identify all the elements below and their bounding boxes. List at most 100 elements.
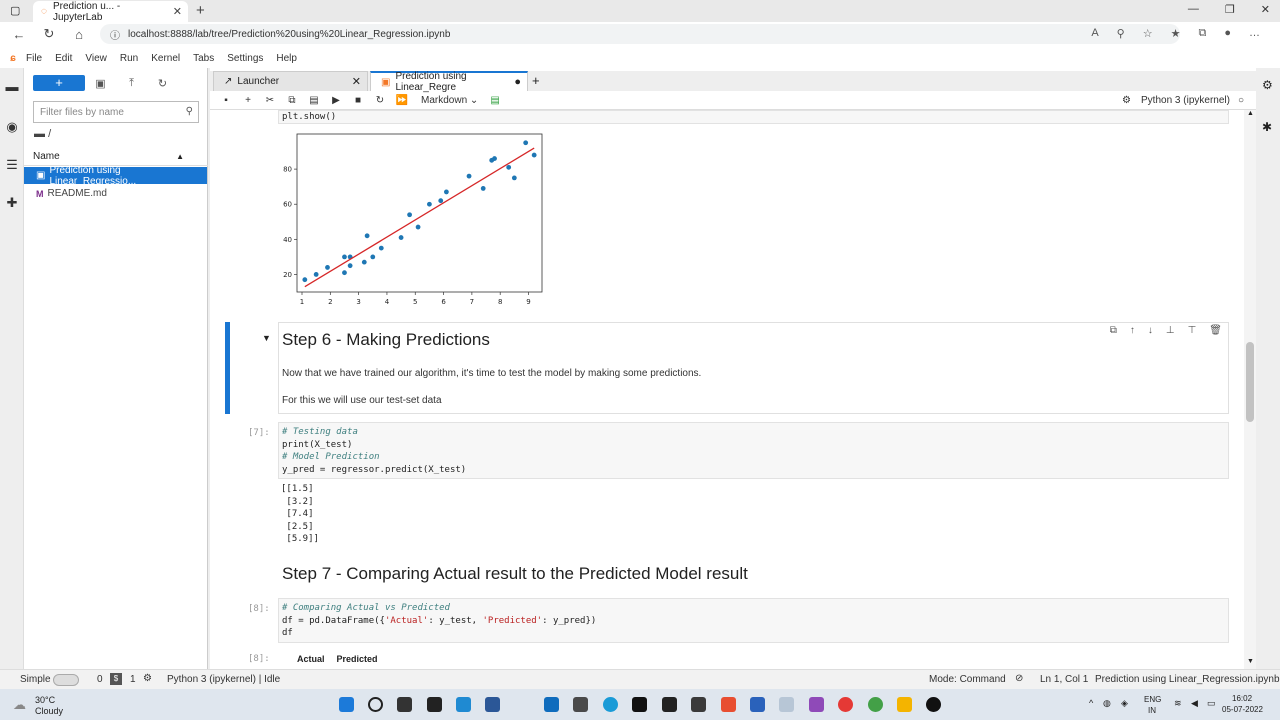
menu-file[interactable]: File: [26, 53, 42, 64]
profile-icon[interactable]: ●: [1224, 27, 1231, 40]
maximize-icon[interactable]: ❐: [1225, 3, 1235, 16]
cut-icon[interactable]: ✂: [259, 95, 281, 106]
clock-time[interactable]: 16:02: [1232, 694, 1252, 703]
add-tab-button[interactable]: +: [532, 73, 540, 88]
tray-shield-icon[interactable]: ◈: [1121, 698, 1128, 709]
read-aloud-icon[interactable]: A: [1091, 27, 1098, 40]
weather-temp[interactable]: 30°C: [35, 695, 55, 705]
github-icon[interactable]: [926, 697, 941, 712]
save-icon[interactable]: ▪: [215, 95, 237, 106]
move-down-icon[interactable]: ↓: [1148, 325, 1153, 336]
chrome-alt-icon[interactable]: [868, 697, 883, 712]
tray-icon[interactable]: ◍: [1103, 698, 1111, 709]
minimize-icon[interactable]: —: [1188, 3, 1199, 16]
terminal-app-icon[interactable]: [427, 697, 442, 712]
clock-date[interactable]: 05-07-2022: [1222, 705, 1263, 714]
reload-icon[interactable]: ↻: [34, 26, 64, 42]
wifi-icon[interactable]: ≋: [1174, 698, 1182, 709]
insert-cell-icon[interactable]: +: [237, 95, 259, 106]
notebook-panel[interactable]: plt.show() 1 2 3 4 5 6 7 8 9 20 40 60 80 ▼ Step 6 - …: [210, 110, 1256, 669]
kernel-name[interactable]: Python 3 (ipykernel): [1141, 95, 1230, 106]
notebook-scrollbar[interactable]: ▲ ▼: [1244, 110, 1256, 669]
menu-view[interactable]: View: [85, 53, 107, 64]
new-tab-button[interactable]: +: [196, 2, 205, 19]
drawing-icon[interactable]: [779, 697, 794, 712]
menu-run[interactable]: Run: [120, 53, 138, 64]
duplicate-cell-icon[interactable]: ⧉: [1110, 325, 1117, 336]
upload-icon[interactable]: ⤒: [116, 77, 147, 90]
tab-notebook[interactable]: ▣ Prediction using Linear_Regre ●: [370, 71, 528, 93]
address-bar[interactable]: ⓘ localhost:8888/lab/tree/Prediction%20u…: [100, 24, 1180, 44]
insert-below-icon[interactable]: ⊤: [1188, 325, 1197, 336]
git-icon[interactable]: [721, 697, 736, 712]
new-launcher-button[interactable]: +: [33, 75, 85, 91]
language-line2[interactable]: IN: [1148, 706, 1156, 715]
store-icon[interactable]: [573, 697, 588, 712]
delete-cell-icon[interactable]: 🗑: [1209, 325, 1222, 336]
back-icon[interactable]: ←: [4, 27, 34, 42]
more-icon[interactable]: …: [1249, 27, 1260, 40]
close-tab-icon[interactable]: ✕: [173, 5, 182, 18]
close-launcher-icon[interactable]: ✕: [352, 75, 361, 88]
language-line1[interactable]: ENG: [1144, 695, 1161, 704]
simple-mode-toggle[interactable]: [53, 674, 79, 686]
close-window-icon[interactable]: ✕: [1261, 3, 1270, 16]
running-icon[interactable]: ◉: [5, 120, 19, 134]
favorite-icon[interactable]: ☆: [1143, 27, 1153, 40]
scroll-down-icon[interactable]: ▼: [1247, 658, 1254, 665]
paste-icon[interactable]: ▤: [303, 95, 325, 106]
chrome-icon[interactable]: [838, 697, 853, 712]
search-taskbar-icon[interactable]: [368, 697, 383, 712]
start-icon[interactable]: [339, 697, 354, 712]
file-item-notebook[interactable]: ▣ Prediction using Linear_Regressio...: [24, 165, 207, 187]
filter-input[interactable]: Filter files by name ⚲: [33, 101, 199, 123]
window-menu-icon[interactable]: ▢: [10, 4, 20, 17]
breadcrumb-root[interactable]: /: [48, 128, 51, 140]
collections-icon[interactable]: ⧉: [1198, 27, 1206, 40]
code-cell-7[interactable]: # Testing data print(X_test) # Model Pre…: [278, 422, 1229, 479]
kernel-status-text[interactable]: Python 3 (ipykernel) | Idle: [167, 674, 280, 685]
copy-icon[interactable]: ⧉: [281, 95, 303, 106]
folder-icon[interactable]: ▬: [5, 80, 19, 94]
move-up-icon[interactable]: ↑: [1130, 325, 1135, 336]
cell-type-select[interactable]: Markdown ⌄: [421, 95, 478, 106]
collapse-icon[interactable]: ▼: [262, 333, 271, 343]
notification-icon[interactable]: ⊘: [1015, 673, 1023, 684]
menu-edit[interactable]: Edit: [55, 53, 72, 64]
tray-chevron-icon[interactable]: ^: [1089, 698, 1093, 708]
pycharm-icon[interactable]: [632, 697, 647, 712]
tab-launcher[interactable]: ↗ Launcher ✕: [213, 71, 368, 91]
weather-desc[interactable]: Cloudy: [35, 706, 63, 716]
app-icon[interactable]: [691, 697, 706, 712]
cursor-position[interactable]: Ln 1, Col 1: [1040, 674, 1088, 685]
stop-icon[interactable]: ■: [347, 95, 369, 106]
idle-icon[interactable]: [662, 697, 677, 712]
markdown-cell-step6[interactable]: ▼ Step 6 - Making Predictions Now that w…: [262, 322, 1229, 414]
folder-taskbar-icon[interactable]: [897, 697, 912, 712]
breadcrumb[interactable]: ▬ /: [34, 128, 51, 140]
home-icon[interactable]: ⌂: [64, 27, 94, 42]
zoom-icon[interactable]: ⚲: [1117, 27, 1125, 40]
menu-tabs[interactable]: Tabs: [193, 53, 214, 64]
insert-above-icon[interactable]: ⊥: [1166, 325, 1175, 336]
menu-help[interactable]: Help: [276, 53, 297, 64]
restart-icon[interactable]: ↻: [369, 95, 391, 106]
edge-icon[interactable]: [603, 697, 618, 712]
toc-icon[interactable]: ☰: [5, 158, 19, 172]
new-folder-icon[interactable]: ▣: [85, 77, 116, 90]
mail-icon[interactable]: [544, 697, 559, 712]
menu-kernel[interactable]: Kernel: [151, 53, 180, 64]
file-item-readme[interactable]: M README.md: [24, 185, 207, 202]
browser-tab[interactable]: ◌ Prediction u... - JupyterLab ✕: [33, 1, 188, 23]
battery-icon[interactable]: ▭: [1207, 698, 1216, 709]
powershell-icon[interactable]: [485, 697, 500, 712]
extension-icon[interactable]: ✚: [5, 196, 19, 210]
refresh-icon[interactable]: ↻: [147, 77, 178, 90]
azure-icon[interactable]: [750, 697, 765, 712]
favorites-list-icon[interactable]: ★: [1171, 27, 1181, 40]
volume-icon[interactable]: ◀: [1191, 698, 1198, 709]
vscode-icon[interactable]: [456, 697, 471, 712]
scroll-thumb[interactable]: [1246, 342, 1254, 422]
menu-settings[interactable]: Settings: [227, 53, 263, 64]
fast-forward-icon[interactable]: ⏩: [391, 95, 413, 106]
